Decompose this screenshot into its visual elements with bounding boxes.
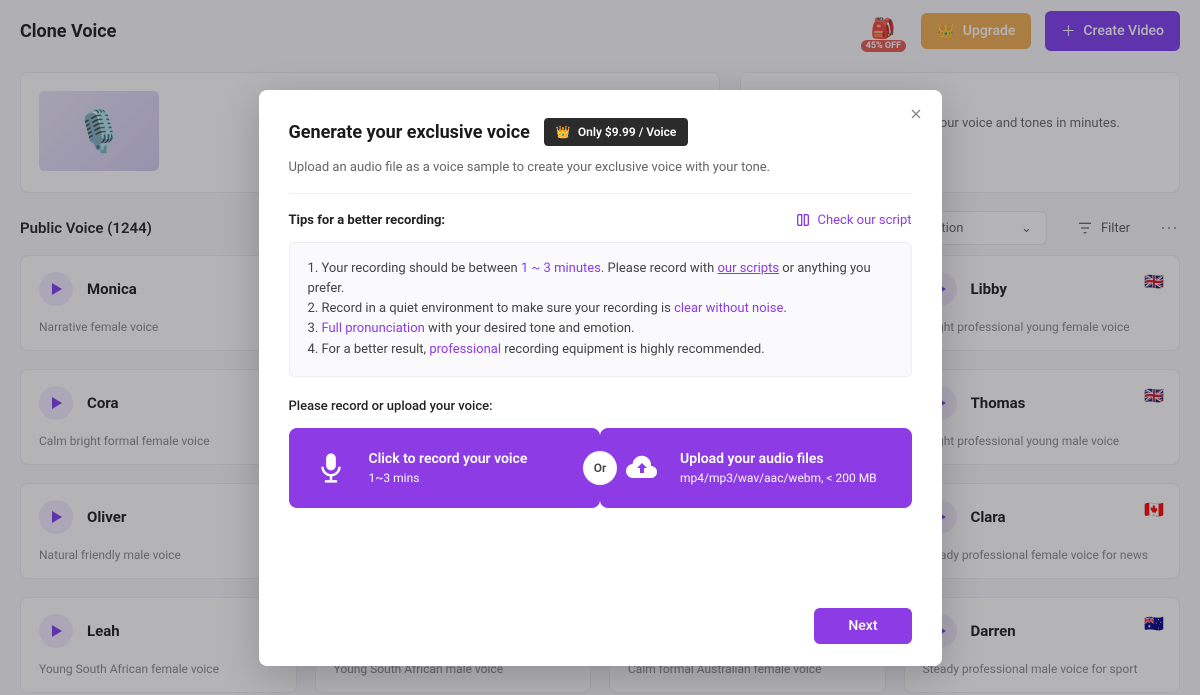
action-row: Click to record your voice 1~3 mins Or U… <box>289 428 912 508</box>
book-icon <box>795 212 811 228</box>
or-badge: Or <box>585 453 615 483</box>
check-script-link[interactable]: Check our script <box>795 212 912 228</box>
generate-voice-modal: Generate your exclusive voice 👑 Only $9.… <box>259 90 942 666</box>
modal-subtitle: Upload an audio file as a voice sample t… <box>289 160 912 175</box>
tip-3: Full pronunciation with your desired ton… <box>308 319 893 339</box>
upload-audio-button[interactable]: Upload your audio files mp4/mp3/wav/aac/… <box>600 428 912 508</box>
modal-footer: Next <box>289 608 912 644</box>
upload-sub: mp4/mp3/wav/aac/webm, < 200 MB <box>680 471 877 485</box>
price-text: Only $9.99 / Voice <box>578 125 677 139</box>
next-button[interactable]: Next <box>814 608 911 644</box>
upload-title: Upload your audio files <box>680 451 877 467</box>
our-scripts-link[interactable]: our scripts <box>717 261 779 276</box>
upload-icon <box>622 448 662 488</box>
record-voice-button[interactable]: Click to record your voice 1~3 mins <box>289 428 601 508</box>
tips-header: Tips for a better recording: Check our s… <box>289 212 912 228</box>
record-title: Click to record your voice <box>369 451 528 467</box>
close-button[interactable] <box>904 102 928 126</box>
tip-2: Record in a quiet environment to make su… <box>308 299 893 319</box>
price-badge: 👑 Only $9.99 / Voice <box>544 118 689 146</box>
modal-title: Generate your exclusive voice <box>289 122 530 143</box>
check-script-text: Check our script <box>818 213 912 228</box>
record-sub: 1~3 mins <box>369 471 528 485</box>
close-icon <box>908 106 924 122</box>
tip-4: For a better result, professional record… <box>308 340 893 360</box>
modal-overlay: Generate your exclusive voice 👑 Only $9.… <box>0 0 1200 695</box>
tip-1: Your recording should be between 1 ~ 3 m… <box>308 259 893 299</box>
tips-label: Tips for a better recording: <box>289 213 446 228</box>
modal-header: Generate your exclusive voice 👑 Only $9.… <box>289 118 912 146</box>
record-upload-label: Please record or upload your voice: <box>289 399 912 414</box>
mic-icon <box>311 448 351 488</box>
divider <box>289 193 912 194</box>
tips-box: Your recording should be between 1 ~ 3 m… <box>289 242 912 377</box>
crown-icon: 👑 <box>556 125 571 139</box>
